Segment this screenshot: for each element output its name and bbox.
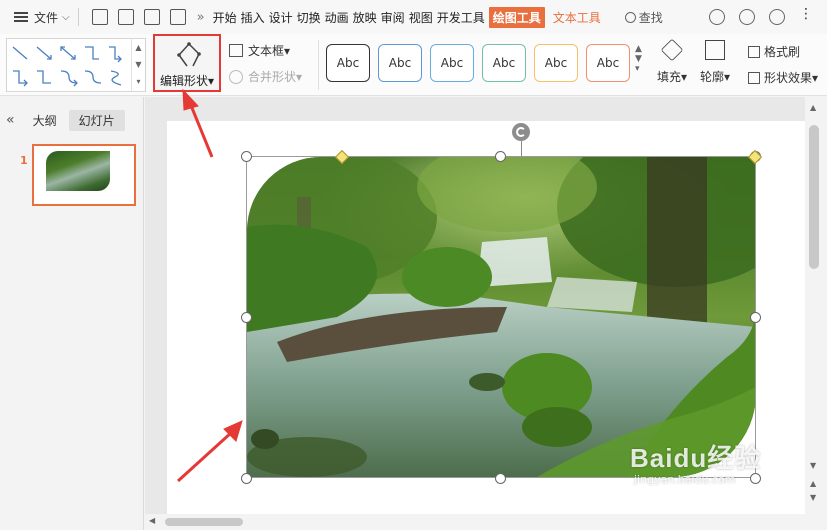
shape-effect-button[interactable]: 形状效果 ▾: [748, 69, 818, 86]
merge-shapes-label: 合并形状: [248, 70, 297, 84]
more-icon[interactable]: »: [197, 10, 205, 25]
ribbon-toolbar: ▲ ▼ ▾ 编辑形状▾ 文本框 ▾ 合并形状 ▾ Abc Abc Abc Abc A…: [0, 34, 827, 96]
tab-developer[interactable]: 开发工具: [437, 9, 485, 26]
chevron-down-icon: ⌵: [62, 11, 70, 23]
line-shapes-icon: [12, 46, 122, 87]
file-menu-label: 文件: [34, 10, 59, 25]
shape-style-3[interactable]: Abc: [430, 44, 474, 82]
format-painter-label: 格式刷: [764, 45, 801, 59]
save-icon[interactable]: [91, 9, 108, 25]
print-icon[interactable]: [143, 9, 160, 25]
slide-thumbnail[interactable]: [32, 144, 136, 206]
shape-style-5[interactable]: Abc: [534, 44, 578, 82]
vertical-scroll-thumb[interactable]: [809, 125, 819, 269]
tab-home[interactable]: 开始: [213, 9, 237, 26]
slide-number: 1: [20, 154, 28, 167]
forest-waterfall-image: [247, 157, 756, 477]
edit-shape-button[interactable]: 编辑形状▾: [153, 34, 221, 92]
share-user-icon[interactable]: [739, 9, 755, 25]
shape-style-1[interactable]: Abc: [326, 44, 370, 82]
edit-shape-label: 编辑形状▾: [160, 74, 215, 88]
shape-effect-icon: [748, 71, 760, 84]
textbox-icon: [229, 44, 243, 57]
edit-shape-icon: [177, 42, 201, 67]
file-menu[interactable]: 文件 ⌵: [0, 0, 70, 34]
scroll-up-icon[interactable]: ▲: [810, 103, 816, 112]
resize-handle-left[interactable]: [241, 312, 252, 323]
resize-handle-bottom[interactable]: [495, 473, 506, 484]
fill-label: 填充▾: [656, 70, 688, 84]
tab-transition[interactable]: 切换: [297, 9, 321, 26]
prev-slide-icon[interactable]: ▲: [810, 479, 816, 488]
tab-design[interactable]: 设计: [269, 9, 293, 26]
scroll-down-icon[interactable]: ▼: [810, 461, 816, 470]
horizontal-scrollbar[interactable]: ◀: [145, 514, 805, 530]
resize-handle-bottom-left[interactable]: [241, 473, 252, 484]
hamburger-icon: [14, 12, 28, 22]
tab-slideshow[interactable]: 放映: [353, 9, 377, 26]
rotate-handle-icon[interactable]: [512, 123, 530, 141]
collapse-pane-icon[interactable]: «: [6, 112, 15, 128]
shape-style-2[interactable]: Abc: [378, 44, 422, 82]
tab-outline[interactable]: 大纲: [33, 112, 57, 129]
pane-tabs: « 大纲 幻灯片: [0, 109, 144, 131]
thumbnail-image: [46, 151, 110, 191]
tab-view[interactable]: 视图: [409, 9, 433, 26]
cloud-sync-icon[interactable]: [709, 9, 725, 25]
search-icon: [624, 11, 636, 23]
rotate-connector: [521, 141, 522, 156]
tab-insert[interactable]: 插入: [241, 9, 265, 26]
watermark-logo: Baidu经验: [630, 443, 762, 473]
resize-handle-top[interactable]: [495, 151, 506, 162]
scroll-left-icon[interactable]: ◀: [149, 516, 155, 525]
format-painter-button[interactable]: 格式刷: [748, 43, 800, 60]
export-pdf-icon[interactable]: [117, 9, 134, 25]
window-icons: ⋮: [709, 7, 815, 25]
vertical-scrollbar[interactable]: ▲ ▼ ▲ ▼: [805, 97, 827, 530]
styles-scroll[interactable]: ▲ ▼ ▾: [635, 44, 642, 74]
resize-handle-right[interactable]: [750, 312, 761, 323]
merge-shapes-icon: [229, 69, 243, 84]
tab-text-tools[interactable]: 文本工具: [553, 9, 601, 26]
dropdown-icon: ▾: [812, 70, 819, 85]
more-options-icon[interactable]: ⋮: [799, 7, 815, 25]
tab-drawing-tools[interactable]: 绘图工具: [488, 6, 545, 28]
horizontal-scroll-thumb[interactable]: [165, 518, 243, 526]
search-label: 查找: [638, 10, 663, 25]
slides-pane: « 大纲 幻灯片 1: [0, 97, 144, 530]
search-button[interactable]: 查找: [624, 9, 663, 26]
outline-button[interactable]: 轮廓▾: [696, 40, 734, 85]
baidu-watermark: Baidu经验 jingyan.baidu.com: [630, 438, 761, 486]
tab-slides[interactable]: 幻灯片: [68, 109, 125, 131]
fill-bucket-icon: [660, 38, 684, 62]
menu-bar: 文件 ⌵ » 开始 插入 设计 切换 动画 放映 审阅 视图 开发工具 绘图工具…: [0, 0, 827, 34]
shape-effect-label: 形状效果: [764, 71, 813, 85]
upload-icon[interactable]: [769, 9, 785, 25]
resize-handle-top-left[interactable]: [241, 151, 252, 162]
divider: [318, 40, 319, 90]
tab-animation[interactable]: 动画: [325, 9, 349, 26]
tab-review[interactable]: 审阅: [381, 9, 405, 26]
next-slide-icon[interactable]: ▼: [810, 493, 816, 502]
gallery-scroll[interactable]: ▲ ▼ ▾: [131, 39, 145, 91]
outline-label: 轮廓▾: [699, 70, 731, 84]
shape-style-6[interactable]: Abc: [586, 44, 630, 82]
print-preview-icon[interactable]: [169, 9, 186, 25]
selected-picture[interactable]: [247, 157, 756, 477]
format-painter-icon: [748, 45, 760, 58]
shape-style-4[interactable]: Abc: [482, 44, 526, 82]
textbox-label: 文本框: [248, 44, 285, 58]
shape-styles-gallery: Abc Abc Abc Abc Abc Abc: [326, 44, 630, 82]
merge-shapes-button[interactable]: 合并形状 ▾: [229, 68, 302, 85]
line-shapes-gallery[interactable]: ▲ ▼ ▾: [6, 38, 146, 92]
fill-button[interactable]: 填充▾: [653, 38, 691, 85]
dropdown-icon: ▾: [296, 69, 303, 84]
dropdown-icon: ▾: [284, 43, 291, 58]
outline-icon: [705, 40, 725, 60]
divider: [77, 8, 79, 26]
textbox-button[interactable]: 文本框 ▾: [229, 42, 290, 59]
